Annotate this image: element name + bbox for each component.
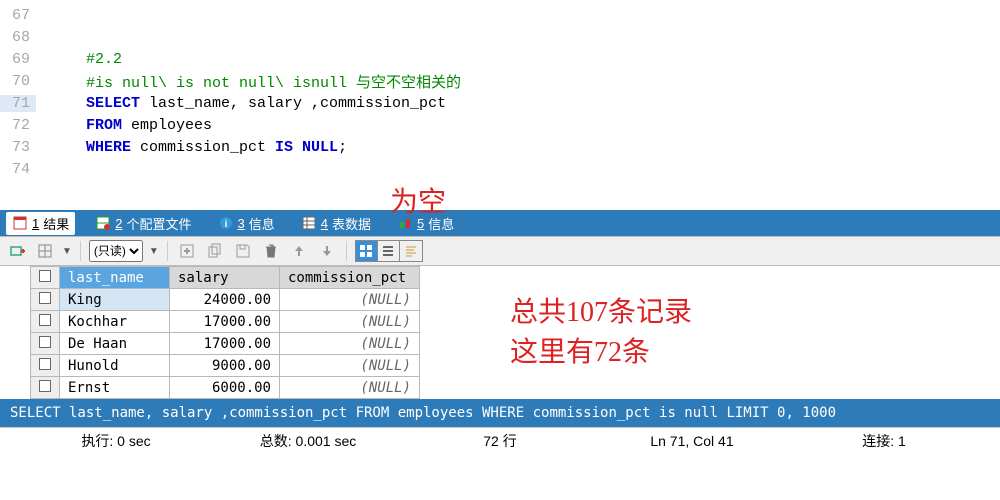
status-total: 总数: 0.001 sec (212, 431, 404, 451)
line-number: 73 (0, 139, 36, 156)
grid-view-icon[interactable] (356, 241, 378, 261)
line-number: 70 (0, 73, 36, 90)
status-rows: 72 行 (404, 431, 596, 451)
row-checkbox[interactable] (31, 355, 60, 377)
cell-commission[interactable]: (NULL) (280, 377, 420, 399)
text-view-icon[interactable] (400, 241, 422, 261)
code-line[interactable]: #is null\ is not null\ isnull 与空不空相关的 (36, 71, 461, 92)
table-row[interactable]: De Haan17000.00(NULL) (31, 333, 420, 355)
row-checkbox[interactable] (31, 333, 60, 355)
cell-lastname[interactable]: King (60, 289, 170, 311)
status-exec: 执行: 0 sec (20, 431, 212, 451)
tab-icon (12, 215, 28, 231)
executed-query-bar: SELECT last_name, salary ,commission_pct… (0, 399, 1000, 427)
table-row[interactable]: Ernst6000.00(NULL) (31, 377, 420, 399)
code-line[interactable]: WHERE commission_pct IS NULL; (36, 139, 347, 156)
cell-lastname[interactable]: De Haan (60, 333, 170, 355)
view-mode-buttons (355, 240, 423, 262)
cell-salary[interactable]: 17000.00 (170, 333, 280, 355)
col-salary[interactable]: salary (170, 267, 280, 289)
cell-salary[interactable]: 17000.00 (170, 311, 280, 333)
row-checkbox[interactable] (31, 311, 60, 333)
line-number: 69 (0, 51, 36, 68)
readonly-select[interactable]: (只读) (89, 240, 143, 262)
cell-lastname[interactable]: Ernst (60, 377, 170, 399)
line-number: 67 (0, 7, 36, 24)
status-bar: 执行: 0 sec 总数: 0.001 sec 72 行 Ln 71, Col … (0, 427, 1000, 453)
cell-lastname[interactable]: Kochhar (60, 311, 170, 333)
dropdown-caret-icon[interactable]: ▼ (62, 246, 72, 257)
duplicate-icon[interactable] (204, 240, 226, 262)
line-number: 72 (0, 117, 36, 134)
code-line[interactable]: #2.2 (36, 51, 122, 68)
cell-commission[interactable]: (NULL) (280, 355, 420, 377)
cell-salary[interactable]: 9000.00 (170, 355, 280, 377)
svg-text:i: i (224, 219, 227, 230)
save-icon[interactable] (232, 240, 254, 262)
sql-editor[interactable]: 67 68 69#2.270#is null\ is not null\ isnul… (0, 0, 1000, 210)
tab-信息[interactable]: i3 信息 (212, 212, 281, 235)
cell-commission[interactable]: (NULL) (280, 311, 420, 333)
tab-个配置文件[interactable]: 2 个配置文件 (89, 212, 197, 235)
status-conn: 连接: 1 (788, 431, 980, 451)
results-tabs: 1 结果2 个配置文件i3 信息4 表数据5 信息 (0, 210, 1000, 236)
cell-commission[interactable]: (NULL) (280, 289, 420, 311)
add-icon[interactable] (176, 240, 198, 262)
col-commission_pct[interactable]: commission_pct (280, 267, 420, 289)
line-number: 74 (0, 161, 36, 178)
tab-icon: i (218, 215, 234, 231)
up-icon[interactable] (288, 240, 310, 262)
tab-结果[interactable]: 1 结果 (6, 212, 75, 235)
line-number: 71 (0, 95, 36, 112)
annotation-total: 总共107条记录 (510, 290, 692, 330)
col-last_name[interactable]: last_name (60, 267, 170, 289)
down-icon[interactable] (316, 240, 338, 262)
code-line[interactable]: FROM employees (36, 117, 212, 134)
row-checkbox[interactable] (31, 377, 60, 399)
status-pos: Ln 71, Col 41 (596, 433, 788, 449)
dropdown-caret-icon[interactable]: ▼ (149, 246, 159, 257)
cell-commission[interactable]: (NULL) (280, 333, 420, 355)
insert-row-icon[interactable] (6, 240, 28, 262)
result-grid[interactable]: last_namesalarycommission_pctKing24000.0… (30, 266, 420, 399)
results-toolbar: ▼ (只读) ▼ (0, 236, 1000, 266)
tab-icon (301, 215, 317, 231)
tab-icon (95, 215, 111, 231)
list-view-icon[interactable] (378, 241, 400, 261)
table-row[interactable]: Hunold9000.00(NULL) (31, 355, 420, 377)
annotation-here: 这里有72条 (510, 330, 650, 370)
line-number: 68 (0, 29, 36, 46)
cell-salary[interactable]: 6000.00 (170, 377, 280, 399)
delete-icon[interactable] (260, 240, 282, 262)
table-row[interactable]: Kochhar17000.00(NULL) (31, 311, 420, 333)
cell-salary[interactable]: 24000.00 (170, 289, 280, 311)
grid-icon[interactable] (34, 240, 56, 262)
checkbox-col[interactable] (31, 267, 60, 289)
annotation-top: 为空 (390, 180, 446, 220)
table-row[interactable]: King24000.00(NULL) (31, 289, 420, 311)
row-checkbox[interactable] (31, 289, 60, 311)
tab-表数据[interactable]: 4 表数据 (295, 212, 377, 235)
cell-lastname[interactable]: Hunold (60, 355, 170, 377)
code-line[interactable]: SELECT last_name, salary ,commission_pct (36, 95, 446, 112)
